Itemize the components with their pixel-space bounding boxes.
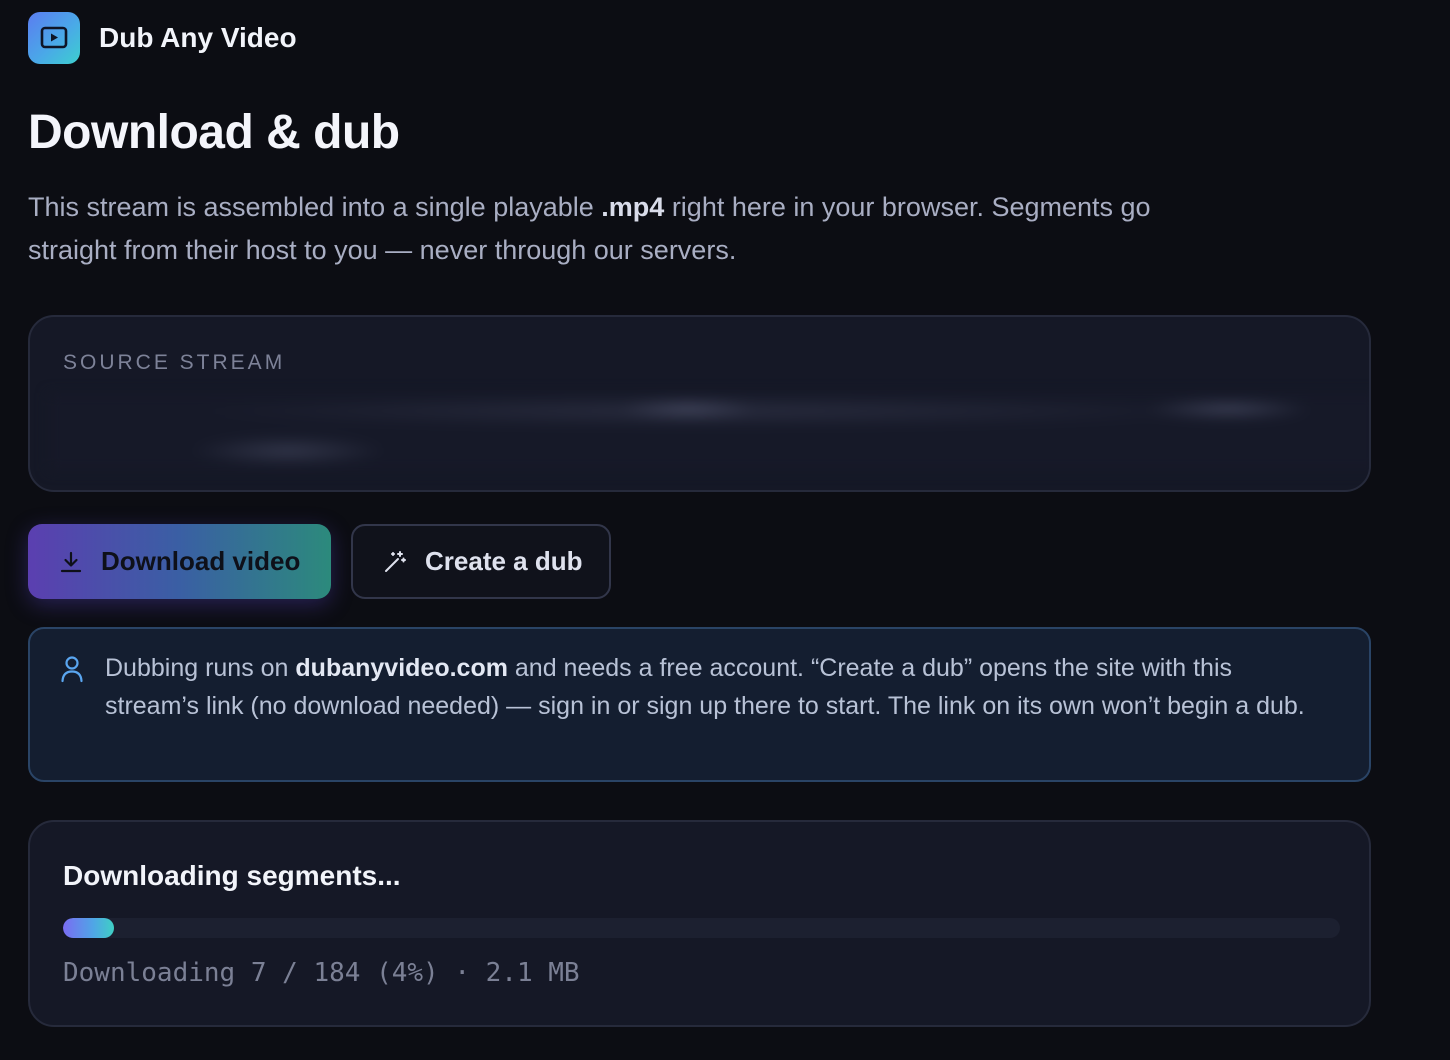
source-stream-url-redacted[interactable]	[48, 393, 1369, 471]
progress-bar	[63, 918, 1340, 938]
dubbing-info-notice: Dubbing runs on dubanyvideo.com and need…	[28, 627, 1371, 782]
lead-text-start: This stream is assembled into a single p…	[28, 192, 602, 222]
download-icon	[59, 550, 83, 574]
create-dub-button[interactable]: Create a dub	[351, 524, 611, 599]
source-stream-label: SOURCE STREAM	[63, 351, 286, 374]
lead-format: .mp4	[601, 192, 665, 222]
download-video-label: Download video	[101, 546, 301, 576]
source-stream-card: SOURCE STREAM	[28, 315, 1371, 492]
dubbing-info-text: Dubbing runs on dubanyvideo.com and need…	[105, 650, 1330, 725]
download-progress-card: Downloading segments... Downloading 7 / …	[28, 820, 1371, 1027]
magic-wand-icon	[383, 550, 407, 574]
page: Dub Any Video Download & dub This stream…	[0, 0, 1450, 1060]
app-brand[interactable]: Dub Any Video	[28, 12, 297, 64]
progress-bar-fill	[63, 918, 115, 938]
play-screen-icon	[28, 12, 80, 64]
info-text-start: Dubbing runs on	[105, 654, 296, 682]
user-icon	[60, 655, 84, 683]
create-dub-label: Create a dub	[425, 546, 583, 576]
progress-status-text: Downloading 7 / 184 (4%) · 2.1 MB	[63, 958, 580, 988]
app-name: Dub Any Video	[99, 22, 297, 53]
dubanyvideo-link[interactable]: dubanyvideo.com	[295, 654, 508, 682]
progress-title: Downloading segments...	[63, 860, 401, 891]
page-title: Download & dub	[28, 106, 400, 159]
download-video-button[interactable]: Download video	[28, 524, 331, 599]
page-description: This stream is assembled into a single p…	[28, 186, 1218, 272]
